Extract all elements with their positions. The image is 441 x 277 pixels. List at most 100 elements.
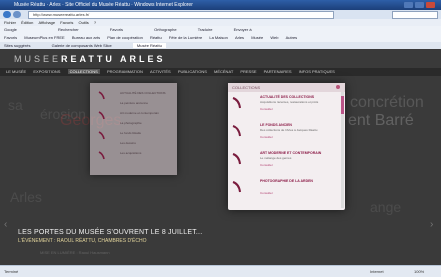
favorite-link[interactable]: Réattu [150,35,162,40]
submenu-line[interactable]: Les dessins [120,141,136,145]
close-icon[interactable] [336,85,340,89]
favorite-link[interactable]: Plan de coopération [107,35,143,40]
back-button[interactable] [3,11,11,18]
wave-icon [98,131,105,140]
previous-arrow-icon[interactable]: ‹ [4,219,7,230]
favorite-link[interactable]: Favoris [4,35,17,40]
collection-link[interactable]: Consulter [260,107,273,111]
favorite-link[interactable]: Bureau aux arts [72,35,100,40]
nav-infos-pratiques[interactable]: INFOS PRATIQUES [299,69,335,74]
collection-title: ACTUALITÉ DES COLLECTIONS [260,95,315,99]
nav-mecenat[interactable]: MÉCÉNAT [214,69,233,74]
submenu-line[interactable]: Les acquisitions [120,151,141,155]
wave-icon [232,181,241,193]
menu-help[interactable]: ? [94,20,96,25]
collection-item[interactable]: ACTUALITÉ DES COLLECTIONS Acquisitions r… [228,93,345,114]
favorite-link[interactable]: Arles [235,35,244,40]
toolbar-item[interactable]: Rechercher [58,27,79,32]
collection-link[interactable]: Consulter [260,163,273,167]
forward-button[interactable] [13,11,21,18]
nav-publications[interactable]: PUBLICATIONS [178,69,207,74]
site-navigation: LE MUSÉE EXPOSITIONS COLLECTIONS PROGRAM… [0,68,441,76]
background-word: Arles [10,189,42,205]
collection-item[interactable]: PHOTOGRAPHIE DE LA ARDEN Consulter [228,177,345,198]
zone-indicator: Internet [370,269,384,274]
wave-icon [98,111,105,120]
background-word: sa [8,97,23,113]
menu-edit[interactable]: Édition [21,20,33,25]
collection-title: PHOTOGRAPHIE DE LA ARDEN [260,179,313,183]
menu-file[interactable]: Fichier [4,20,16,25]
menu-favorites[interactable]: Favoris [60,20,73,25]
nav-collections[interactable]: COLLECTIONS [67,69,100,74]
window-title: Musée Réattu · Arles · Site Officiel du … [14,2,193,8]
background-word: ange [370,199,402,215]
tab[interactable]: Galerie de composants Web Slice [52,43,112,48]
maximize-button[interactable] [415,2,424,8]
favorite-link[interactable]: Web [270,35,278,40]
zoom-level[interactable]: 100% [414,266,424,277]
collection-link[interactable]: Consulter [260,135,273,139]
submenu-line[interactable]: Le fonds Réattu [120,131,141,135]
status-text: Terminé [4,269,19,274]
toolbar-item[interactable]: Google [4,27,17,32]
close-button[interactable] [426,2,435,8]
next-arrow-icon[interactable]: › [430,219,433,230]
favorite-link[interactable]: Autres [286,35,298,40]
minimize-button[interactable] [404,2,413,8]
wave-icon [232,153,241,165]
nav-expositions[interactable]: EXPOSITIONS [33,69,60,74]
site-logo[interactable]: MUSEEREATTU ARLES [14,54,166,64]
collection-subtitle: Des collections de l'Arles à Jacques Réa… [260,128,318,132]
search-input[interactable] [392,11,438,19]
menu-tools[interactable]: Outils [78,20,88,25]
slideshow-caption[interactable]: LES PORTES DU MUSÉE S'OUVRENT LE 8 JUILL… [18,229,202,236]
submenu-preview: ACTUALITÉ DES COLLECTIONS La peinture an… [90,83,177,175]
status-bar: Terminé Internet 100% [0,265,441,277]
tab-active[interactable]: Musée Réattu [132,43,166,48]
submenu-line[interactable]: Art moderne et contemporain [120,111,159,115]
wave-icon [232,125,241,137]
menu-bar: Fichier Édition Affichage Favoris Outils… [0,19,441,26]
toolbar-item[interactable]: Favoris [110,27,123,32]
submenu-line[interactable]: ACTUALITÉ DES COLLECTIONS [120,91,166,95]
tab-bar: Sites suggérés Galerie de composants Web… [0,42,441,49]
logo-right: REATTU ARLES [61,54,166,64]
toolbar-item[interactable]: Orthographe [154,27,176,32]
collection-item[interactable]: ART MODERNE ET CONTEMPORAIN Le mélange d… [228,149,345,170]
address-input[interactable]: http://www.museereattu.arles.fr/ [28,11,334,19]
submenu-line[interactable]: La photographie [120,121,142,125]
wave-icon [232,97,241,109]
collection-subtitle: Acquisitions récentes, restaurations et … [260,100,319,104]
submenu-line[interactable]: La peinture ancienne [120,101,148,105]
collection-link[interactable]: Consulter [260,191,273,195]
tab[interactable]: Sites suggérés [4,43,30,48]
background-word: concrétion [350,94,424,111]
panel-title: COLLECTIONS [228,83,345,92]
logo-left: MUSEE [14,54,62,64]
wave-icon [98,91,105,100]
toolbar-item[interactable]: Traduire [198,27,213,32]
nav-presse[interactable]: PRESSE [240,69,256,74]
panel-scrollbar-thumb[interactable] [341,96,344,114]
nav-activites[interactable]: ACTIVITÉS [150,69,171,74]
collection-item[interactable]: LE FONDS ANCIEN Des collections de l'Arl… [228,121,345,142]
collections-panel: COLLECTIONS ACTUALITÉ DES COLLECTIONS Ac… [228,83,345,210]
slideshow-ghost-caption: MISE EN LUMIÈRE : Raoul Hausmann [40,250,110,255]
wave-icon [98,151,105,160]
favorite-link[interactable]: La Maison [209,35,227,40]
collection-title: LE FONDS ANCIEN [260,123,292,127]
toolbar-item[interactable]: Envoyer à [234,27,252,32]
nav-partenaires[interactable]: PARTENAIRES [264,69,292,74]
nav-le-musee[interactable]: LE MUSÉE [6,69,26,74]
menu-view[interactable]: Affichage [39,20,56,25]
background-word: ent Barré [348,112,414,129]
favorite-link[interactable]: Fête de la Lumière [169,35,202,40]
collection-title: ART MODERNE ET CONTEMPORAIN [260,151,322,155]
nav-programmation[interactable]: PROGRAMMATION [107,69,143,74]
collection-subtitle: Le mélange des genres [260,156,292,160]
slideshow-subcaption[interactable]: L'ÉVÉNEMENT : RAOUL RÉATTU, CHAMBRES D'É… [18,238,147,244]
favorite-link[interactable]: Musée [251,35,263,40]
favorite-link[interactable]: MuseumPlus en FREE [24,35,64,40]
title-bar: Musée Réattu · Arles · Site Officiel du … [0,0,441,10]
